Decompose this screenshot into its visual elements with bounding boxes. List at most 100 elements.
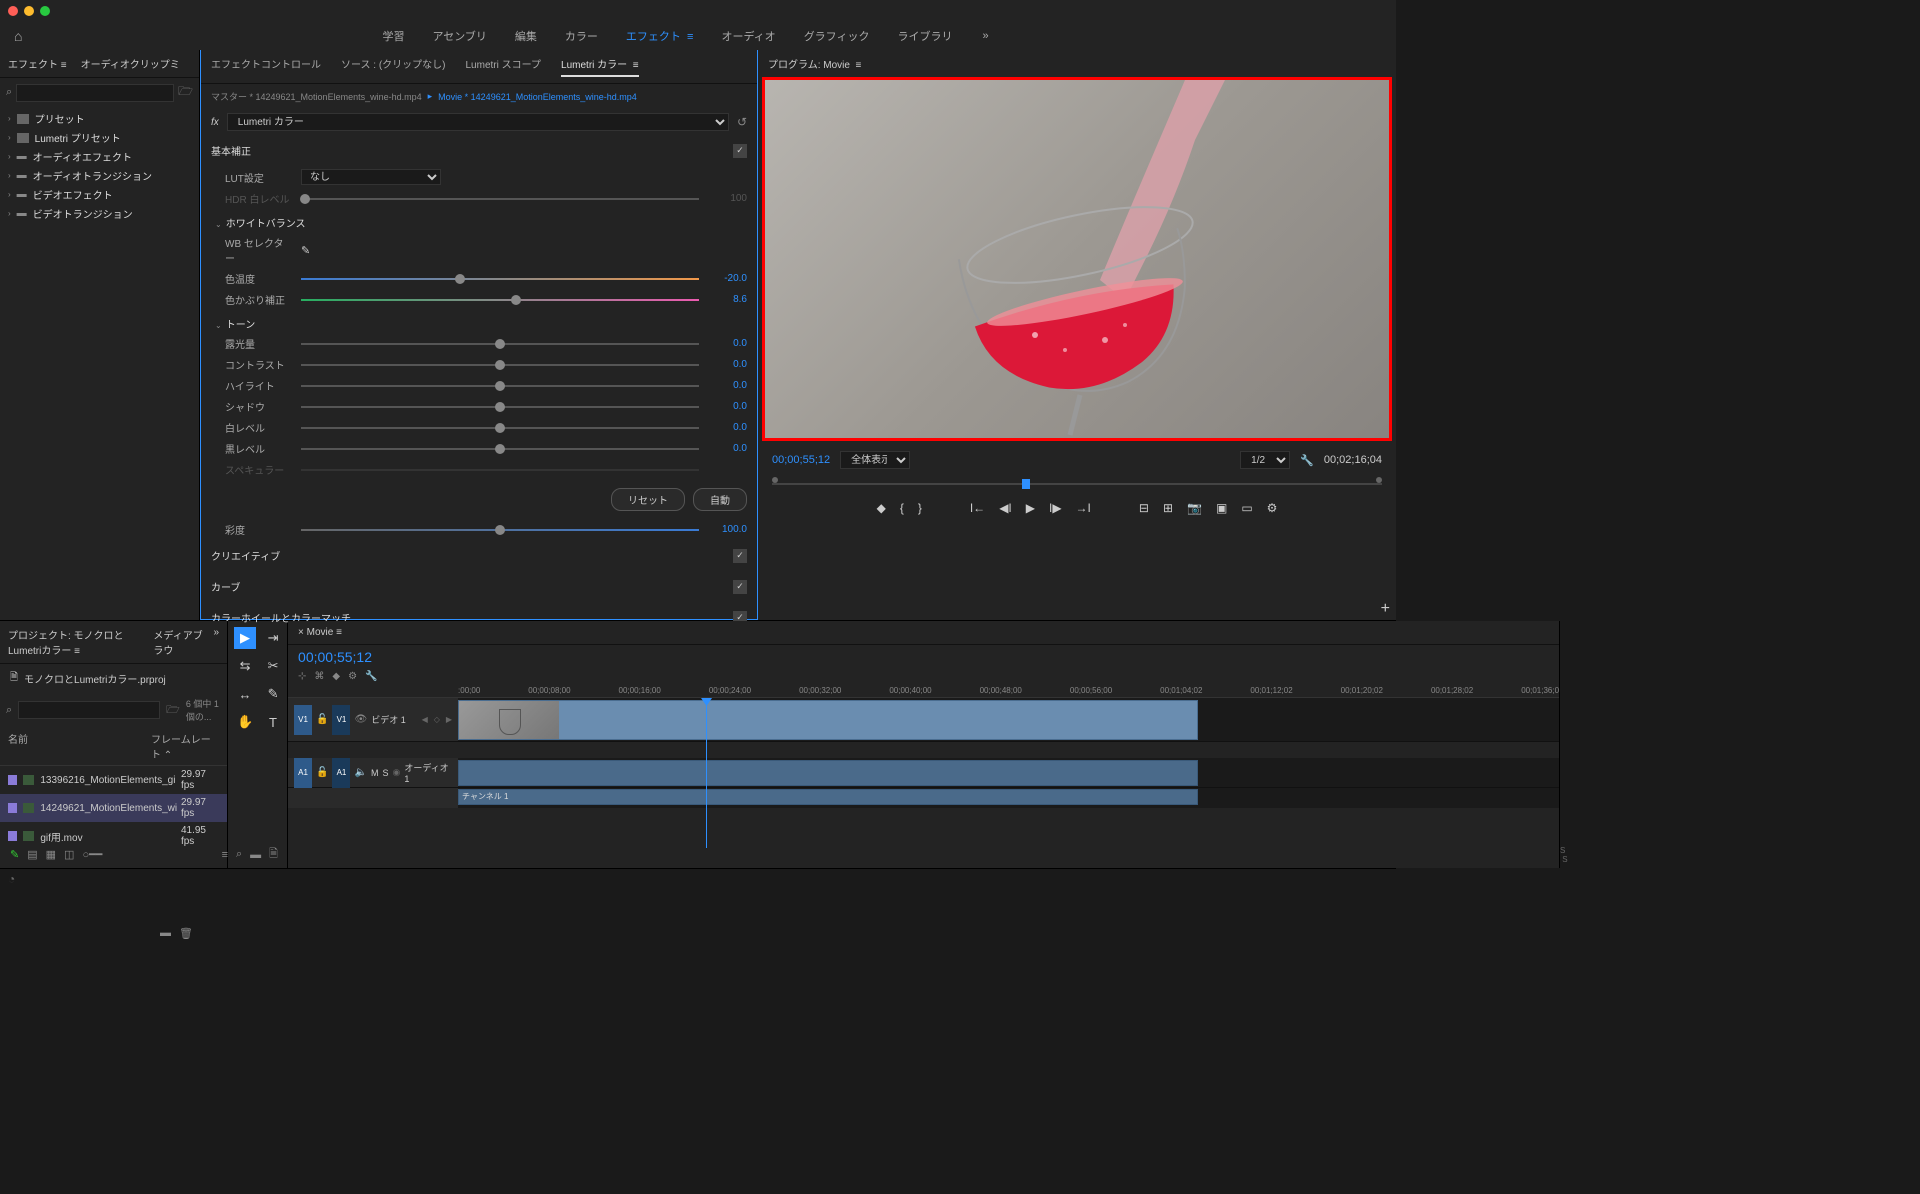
highlights-slider[interactable] [301, 385, 699, 387]
ws-effects[interactable]: エフェクト ≡ [626, 28, 694, 44]
next-keyframe-icon[interactable]: ▶ [446, 715, 452, 724]
lock-icon[interactable]: 🔓 [316, 714, 328, 725]
wb-header[interactable]: ⌄ホワイトバランス [211, 209, 747, 232]
creative-toggle[interactable]: ✓ [733, 549, 747, 563]
ws-audio[interactable]: オーディオ [721, 28, 775, 44]
col-fps[interactable]: フレームレート ⌃ [151, 731, 219, 761]
resolution-select[interactable]: 1/2 [1240, 451, 1290, 469]
program-scrubber[interactable] [772, 477, 1382, 491]
audio-clip-2[interactable]: チャンネル 1 [458, 789, 1198, 805]
tone-header[interactable]: ⌄トーン [211, 310, 747, 333]
new-bin-icon[interactable]: 🗁 [178, 82, 193, 103]
lock-icon[interactable]: 🔓 [316, 767, 328, 778]
safe-margins-icon[interactable]: ▭ [1241, 501, 1252, 515]
trash-icon[interactable]: 🗑 [179, 927, 193, 940]
ws-library[interactable]: ライブラリ [897, 28, 952, 44]
razor-tool-icon[interactable]: ✂ [262, 655, 284, 677]
section-basic[interactable]: 基本補正 ✓ [211, 135, 747, 166]
maximize-icon[interactable] [40, 6, 50, 16]
a1-target[interactable]: A1 [332, 758, 350, 788]
ws-graphics[interactable]: グラフィック [804, 28, 870, 44]
compare-icon[interactable]: ▣ [1216, 501, 1227, 515]
in-point-icon[interactable]: { [900, 501, 904, 515]
type-tool-icon[interactable]: T [262, 711, 284, 733]
ws-learn[interactable]: 学習 [382, 28, 404, 44]
export-frame-icon[interactable]: 📷 [1187, 501, 1202, 515]
track-select-tool-icon[interactable]: ⇥ [262, 627, 284, 649]
tree-presets[interactable]: ›プリセット [0, 109, 199, 128]
tree-video-effects[interactable]: ›▬ビデオエフェクト [0, 185, 199, 204]
saturation-slider[interactable] [301, 529, 699, 531]
ws-edit[interactable]: 編集 [515, 28, 537, 44]
contrast-slider[interactable] [301, 364, 699, 366]
clip-row[interactable]: 14249621_MotionElements_wi29.97 fps [0, 794, 227, 822]
v1-source-patch[interactable]: V1 [294, 705, 312, 735]
new-item-icon[interactable]: 🗎 [269, 845, 278, 864]
clip-row[interactable]: 13396216_MotionElements_gi29.97 fps [0, 766, 227, 794]
tree-audio-transitions[interactable]: ›▬オーディオトランジション [0, 166, 199, 185]
blacks-value[interactable]: 0.0 [707, 443, 747, 454]
tab-lumetri-color[interactable]: Lumetri カラー ≡ [561, 56, 639, 77]
shadows-value[interactable]: 0.0 [707, 401, 747, 412]
curves-toggle[interactable]: ✓ [733, 580, 747, 594]
program-monitor[interactable] [765, 80, 1389, 438]
go-to-out-icon[interactable]: →I [1076, 501, 1091, 515]
selection-tool-icon[interactable]: ▶ [234, 627, 256, 649]
tab-source[interactable]: ソース : (クリップなし) [341, 56, 446, 77]
tab-overflow-icon[interactable]: » [213, 627, 219, 657]
timeline-ruler[interactable]: :00;0000;00;08;0000;00;16;0000;00;24;000… [288, 684, 1559, 698]
section-curves[interactable]: カーブ✓ [211, 571, 747, 602]
whites-value[interactable]: 0.0 [707, 422, 747, 433]
list-view-icon[interactable]: ▤ [27, 848, 37, 861]
new-bin-icon[interactable]: ▬ [250, 849, 261, 861]
saturation-value[interactable]: 100.0 [707, 524, 747, 535]
project-search-input[interactable] [18, 701, 160, 719]
playhead-line[interactable] [706, 698, 707, 848]
contrast-value[interactable]: 0.0 [707, 359, 747, 370]
home-icon[interactable]: ⌂ [14, 28, 22, 44]
mute-icon[interactable]: 🔈 [354, 767, 366, 778]
zoom-slider-icon[interactable]: ○━━ [82, 848, 102, 861]
v1-target[interactable]: V1 [332, 705, 350, 735]
marker-icon[interactable]: ◆ [877, 501, 886, 515]
sequence-tab[interactable]: × Movie ≡ [298, 627, 342, 638]
exposure-slider[interactable] [301, 343, 699, 345]
tab-effect-controls[interactable]: エフェクトコントロール [211, 56, 321, 77]
fx-badge[interactable]: fx [211, 117, 219, 128]
audio-clip[interactable] [458, 760, 1198, 786]
section-creative[interactable]: クリエイティブ✓ [211, 540, 747, 571]
ws-color[interactable]: カラー [565, 28, 598, 44]
tab-media-browser[interactable]: メディアブラウ [153, 627, 203, 657]
blacks-slider[interactable] [301, 448, 699, 450]
minimize-icon[interactable] [24, 6, 34, 16]
project-filter-icon[interactable]: 🗁 [166, 701, 180, 720]
out-point-icon[interactable]: } [918, 501, 922, 515]
snap-icon[interactable]: ⊹ [298, 671, 306, 682]
link-icon[interactable]: ⌘ [314, 671, 324, 682]
settings-icon[interactable]: 🔧 [1300, 454, 1314, 467]
tint-slider[interactable] [301, 299, 699, 301]
creative-cloud-icon[interactable]: ◔ [8, 872, 15, 886]
timeline-timecode[interactable]: 00;00;55;12 [288, 645, 1559, 669]
tab-project[interactable]: プロジェクト: モノクロとLumetriカラー ≡ [8, 627, 143, 657]
temp-value[interactable]: -20.0 [707, 273, 747, 284]
temp-slider[interactable] [301, 278, 699, 280]
slip-tool-icon[interactable]: ↔ [234, 683, 256, 705]
auto-sequence-icon[interactable]: ≡ [222, 849, 228, 861]
video-clip[interactable] [458, 700, 1198, 740]
eye-icon[interactable]: 👁 [354, 714, 367, 725]
a1-source-patch[interactable]: A1 [294, 758, 312, 788]
fx-name-select[interactable]: Lumetri カラー [227, 113, 729, 131]
basic-toggle[interactable]: ✓ [733, 144, 747, 158]
whites-slider[interactable] [301, 427, 699, 429]
mute-button[interactable]: M [371, 768, 379, 778]
tab-effects[interactable]: エフェクト ≡ [8, 56, 67, 71]
hand-tool-icon[interactable]: ✋ [234, 711, 256, 733]
exposure-value[interactable]: 0.0 [707, 338, 747, 349]
step-forward-icon[interactable]: I▶ [1049, 501, 1062, 515]
eyedropper-icon[interactable]: ✎ [301, 244, 310, 257]
list-view-icon[interactable]: ▬ [160, 927, 171, 940]
workspace-overflow-icon[interactable]: » [982, 30, 988, 42]
icon-view-icon[interactable]: ▦ [46, 848, 56, 861]
tab-audio-clip-mixer[interactable]: オーディオクリップミ [81, 56, 180, 71]
